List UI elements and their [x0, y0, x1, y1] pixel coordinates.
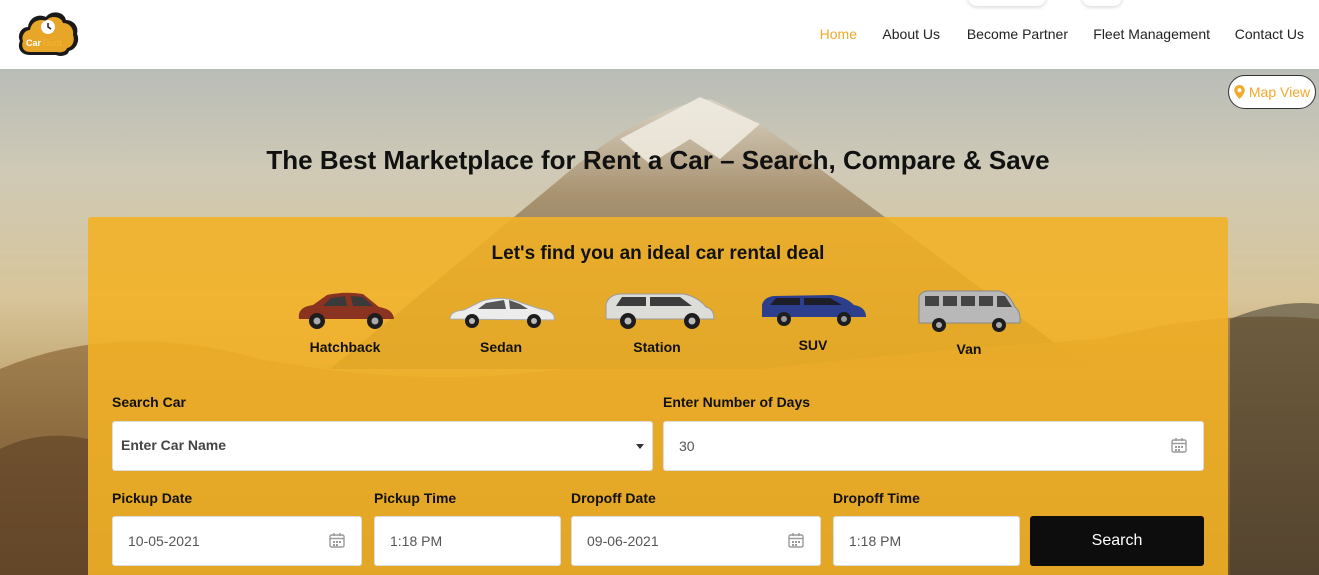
- days-label: Enter Number of Days: [663, 394, 811, 410]
- car-type-label: SUV: [798, 337, 828, 353]
- car-type-label: Station: [633, 339, 681, 355]
- header-pill-decor: [1082, 0, 1122, 6]
- dropoff-time-value: 1:18 PM: [849, 533, 902, 549]
- days-input[interactable]: 30: [663, 421, 1204, 471]
- search-car-select[interactable]: Enter Car Name: [112, 421, 653, 471]
- pickup-time-input[interactable]: 1:18 PM: [374, 516, 561, 566]
- nav-contact-us[interactable]: Contact Us: [1235, 26, 1304, 42]
- search-car-placeholder: Enter Car Name: [121, 437, 227, 453]
- station-wagon-car-icon: [605, 293, 715, 329]
- hatchback-car-icon: [298, 292, 394, 329]
- car-type-sedan[interactable]: Sedan: [446, 289, 556, 355]
- map-pin-icon: [1234, 85, 1245, 99]
- car-type-label: Sedan: [479, 339, 522, 355]
- site-header: CarYaati Home About Us Become Partner Fl…: [0, 0, 1319, 69]
- header-pill-decor: [968, 0, 1046, 6]
- brand-name: CarYaati: [26, 38, 63, 48]
- car-type-van[interactable]: Van: [914, 289, 1024, 357]
- days-value: 30: [679, 438, 695, 454]
- brand-logo[interactable]: CarYaati: [16, 9, 80, 59]
- chevron-down-icon: [636, 444, 644, 449]
- search-car-label: Search Car: [112, 394, 186, 410]
- car-type-label: Van: [956, 341, 982, 357]
- nav-home[interactable]: Home: [820, 26, 857, 42]
- hero-headline: The Best Marketplace for Rent a Car – Se…: [266, 145, 1050, 175]
- pickup-time-label: Pickup Time: [374, 490, 457, 506]
- search-panel-title: Let's find you an ideal car rental deal: [491, 243, 825, 264]
- car-type-station[interactable]: Station: [602, 289, 715, 355]
- suv-car-icon: [762, 295, 866, 326]
- calendar-icon: [329, 533, 345, 548]
- car-type-hatchback[interactable]: Hatchback: [290, 289, 400, 355]
- pickup-date-input[interactable]: 10-05-2021: [112, 516, 362, 566]
- nav-about-us[interactable]: About Us: [882, 26, 940, 42]
- nav-fleet-management[interactable]: Fleet Management: [1093, 26, 1210, 42]
- search-panel: Let's find you an ideal car rental deal …: [88, 217, 1228, 575]
- van-car-icon: [918, 290, 1021, 332]
- car-type-label: Hatchback: [309, 339, 381, 355]
- pickup-time-value: 1:18 PM: [390, 533, 443, 549]
- dropoff-date-label: Dropoff Date: [571, 490, 656, 506]
- sedan-car-icon: [449, 297, 555, 328]
- search-button[interactable]: Search: [1030, 516, 1204, 566]
- nav-become-partner[interactable]: Become Partner: [967, 26, 1068, 42]
- map-view-button[interactable]: Map View: [1228, 75, 1316, 109]
- pickup-date-label: Pickup Date: [112, 490, 193, 506]
- dropoff-time-input[interactable]: 1:18 PM: [833, 516, 1020, 566]
- hero-section: Map View The Best Marketplace for Rent a…: [0, 69, 1319, 575]
- cloud-logo-icon: [18, 12, 79, 56]
- calendar-icon: [788, 533, 804, 548]
- dropoff-date-value: 09-06-2021: [587, 533, 659, 549]
- calendar-icon: [1171, 438, 1187, 453]
- car-type-suv[interactable]: SUV: [758, 289, 868, 353]
- dropoff-time-label: Dropoff Time: [833, 490, 920, 506]
- map-view-label: Map View: [1248, 84, 1311, 100]
- dropoff-date-input[interactable]: 09-06-2021: [571, 516, 821, 566]
- pickup-date-value: 10-05-2021: [128, 533, 200, 549]
